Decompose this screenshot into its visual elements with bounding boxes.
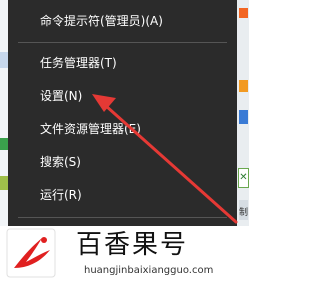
menu-separator	[18, 217, 227, 218]
menu-item-run[interactable]: 运行(R)	[8, 181, 237, 209]
menu-item-task-manager[interactable]: 任务管理器(T)	[8, 49, 237, 77]
desktop-icon-fragment	[0, 176, 8, 190]
menu-item-label: 文件资源管理器(E)	[40, 122, 141, 136]
edge-text: 制	[239, 200, 248, 220]
menu-item-label: 任务管理器(T)	[40, 56, 117, 70]
watermark-brand-name: 百香果号	[76, 230, 189, 260]
desktop-background-right: ✕ 制	[237, 0, 249, 226]
desktop-icon-fragment	[239, 80, 248, 92]
menu-item-label: 命令提示符(管理员)(A)	[40, 14, 163, 28]
menu-item-label: 设置(N)	[40, 89, 83, 103]
desktop-icon-fragment	[0, 52, 8, 68]
menu-item-label: 搜索(S)	[40, 155, 81, 169]
brand-logo-icon	[6, 228, 56, 278]
menu-item-settings[interactable]: 设置(N)	[8, 82, 237, 110]
close-icon-fragment: ✕	[238, 168, 249, 188]
menu-item-label: 运行(R)	[40, 188, 82, 202]
menu-item-file-explorer[interactable]: 文件资源管理器(E)	[8, 115, 237, 143]
power-user-context-menu: 命令提示符(管理员)(A) 任务管理器(T) 设置(N) 文件资源管理器(E) …	[8, 0, 237, 226]
desktop-background-left	[0, 0, 8, 226]
desktop-icon-fragment	[239, 110, 248, 124]
menu-separator	[18, 42, 227, 43]
desktop-icon-fragment	[239, 8, 248, 18]
menu-item-search[interactable]: 搜索(S)	[8, 148, 237, 176]
watermark-url: huangjinbaixiangguo.com	[84, 265, 214, 276]
desktop-icon-fragment	[0, 138, 8, 150]
menu-item-command-prompt-admin[interactable]: 命令提示符(管理员)(A)	[8, 7, 237, 35]
